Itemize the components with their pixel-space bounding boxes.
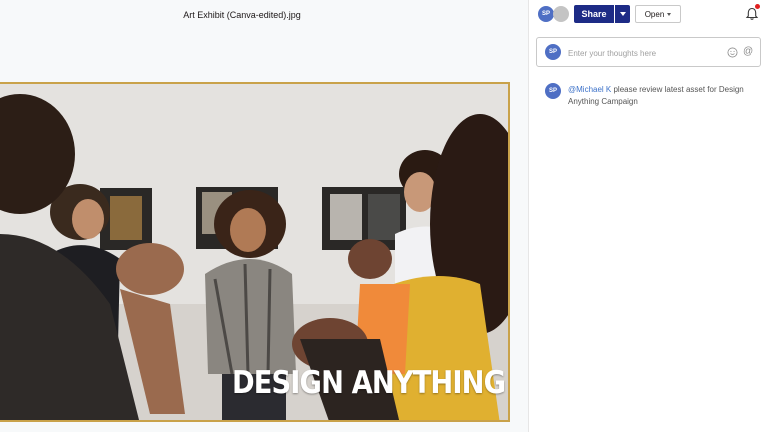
collaborator-avatar[interactable]	[553, 6, 569, 22]
comment-composer[interactable]: SP @	[536, 37, 761, 67]
emoji-icon[interactable]	[727, 47, 738, 58]
chevron-down-icon	[619, 12, 626, 16]
share-button[interactable]: Share	[574, 5, 614, 23]
image-preview[interactable]: DESIGN ANYTHING	[0, 82, 510, 422]
composer-avatar: SP	[545, 44, 561, 60]
notification-badge	[755, 4, 760, 9]
user-avatar[interactable]: SP	[538, 6, 554, 22]
comment-input[interactable]	[568, 46, 718, 60]
file-preview-area: Art Exhibit (Canva-edited).jpg DESIGN AN…	[0, 0, 528, 432]
open-label: Open	[644, 9, 665, 19]
headline-overlay: DESIGN ANYTHING	[232, 365, 506, 401]
comment-avatar: SP	[545, 83, 561, 99]
mention-link[interactable]: @Michael K	[568, 85, 611, 94]
comment-body: @Michael K please review latest asset fo…	[568, 84, 758, 108]
file-title: Art Exhibit (Canva-edited).jpg	[183, 10, 301, 20]
open-button[interactable]: Open	[635, 5, 681, 23]
bell-icon[interactable]	[745, 7, 759, 21]
mention-icon[interactable]: @	[743, 46, 753, 58]
chevron-down-icon	[667, 12, 672, 16]
share-options-button[interactable]	[615, 5, 630, 23]
